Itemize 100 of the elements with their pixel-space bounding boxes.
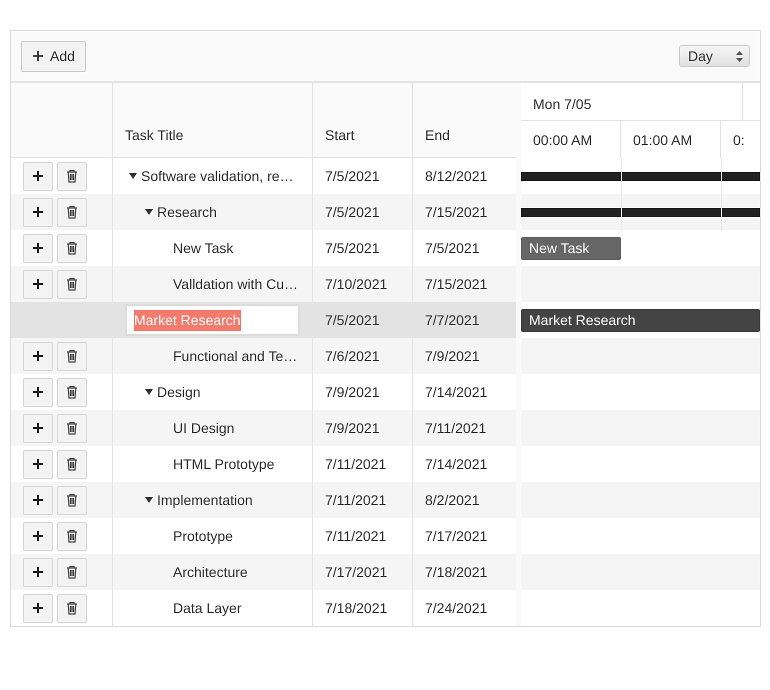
start-date: 7/11/2021 bbox=[325, 526, 386, 546]
trash-icon bbox=[66, 493, 78, 507]
task-row[interactable]: Market Research 7/5/2021 7/7/2021 bbox=[11, 302, 516, 338]
delete-button[interactable] bbox=[57, 198, 87, 226]
trash-icon bbox=[66, 601, 78, 615]
trash-icon bbox=[66, 169, 78, 183]
task-row[interactable]: Valldation with Cu… 7/10/2021 7/15/2021 bbox=[11, 266, 516, 302]
plus-icon bbox=[32, 386, 44, 398]
task-title: Research bbox=[157, 202, 217, 222]
column-header: Task Title bbox=[113, 83, 313, 157]
plus-icon bbox=[32, 50, 44, 62]
delete-button[interactable] bbox=[57, 414, 87, 442]
end-date: 7/24/2021 bbox=[425, 598, 488, 618]
task-row[interactable]: Research 7/5/2021 7/15/2021 bbox=[11, 194, 516, 230]
time-slot-header: 0: bbox=[721, 121, 760, 158]
start-date: 7/5/2021 bbox=[325, 310, 380, 330]
plus-icon bbox=[32, 422, 44, 434]
delete-button[interactable] bbox=[57, 270, 87, 298]
end-date: 8/2/2021 bbox=[425, 490, 480, 510]
task-row[interactable]: Functional and Te… 7/6/2021 7/9/2021 bbox=[11, 338, 516, 374]
plus-icon bbox=[32, 170, 44, 182]
add-child-button[interactable] bbox=[23, 270, 53, 298]
add-child-button[interactable] bbox=[23, 234, 53, 262]
plus-icon bbox=[32, 566, 44, 578]
start-date: 7/17/2021 bbox=[325, 562, 388, 582]
end-date: 7/7/2021 bbox=[425, 310, 480, 330]
day-header: Mon 7/05 bbox=[521, 83, 743, 120]
task-row[interactable]: Data Layer 7/18/2021 7/24/2021 bbox=[11, 590, 516, 626]
delete-button[interactable] bbox=[57, 558, 87, 586]
plus-icon bbox=[32, 350, 44, 362]
plus-icon bbox=[32, 530, 44, 542]
trash-icon bbox=[66, 241, 78, 255]
task-row[interactable]: Architecture 7/17/2021 7/18/2021 bbox=[11, 554, 516, 590]
start-date: 7/11/2021 bbox=[325, 454, 386, 474]
task-title: Design bbox=[157, 382, 201, 402]
expand-toggle-icon[interactable] bbox=[145, 389, 153, 395]
start-date: 7/5/2021 bbox=[325, 238, 380, 258]
task-title: New Task bbox=[173, 238, 234, 258]
start-date: 7/18/2021 bbox=[325, 598, 388, 618]
add-child-button[interactable] bbox=[23, 522, 53, 550]
task-title: Architecture bbox=[173, 562, 248, 582]
task-title: Valldation with Cu… bbox=[173, 274, 298, 294]
end-date: 7/14/2021 bbox=[425, 382, 488, 402]
add-child-button[interactable] bbox=[23, 558, 53, 586]
task-row[interactable]: Implementation 7/11/2021 8/2/2021 bbox=[11, 482, 516, 518]
start-date: 7/6/2021 bbox=[325, 346, 380, 366]
trash-icon bbox=[66, 529, 78, 543]
add-child-button[interactable] bbox=[23, 450, 53, 478]
plus-icon bbox=[32, 242, 44, 254]
trash-icon bbox=[66, 421, 78, 435]
trash-icon bbox=[66, 349, 78, 363]
task-title: Data Layer bbox=[173, 598, 242, 618]
end-date: 7/17/2021 bbox=[425, 526, 488, 546]
delete-button[interactable] bbox=[57, 342, 87, 370]
expand-toggle-icon[interactable] bbox=[145, 497, 153, 503]
task-row[interactable]: UI Design 7/9/2021 7/11/2021 bbox=[11, 410, 516, 446]
task-bar[interactable]: New Task bbox=[521, 237, 621, 260]
trash-icon bbox=[66, 205, 78, 219]
end-date: 7/5/2021 bbox=[425, 238, 480, 258]
add-child-button[interactable] bbox=[23, 378, 53, 406]
add-child-button[interactable] bbox=[23, 414, 53, 442]
add-child-button[interactable] bbox=[23, 342, 53, 370]
trash-icon bbox=[66, 457, 78, 471]
add-child-button[interactable] bbox=[23, 594, 53, 622]
plus-icon bbox=[32, 494, 44, 506]
column-header: End bbox=[424, 126, 451, 145]
end-date: 7/18/2021 bbox=[425, 562, 488, 582]
time-slot-header: 00:00 AM bbox=[521, 121, 621, 158]
start-date: 7/5/2021 bbox=[325, 166, 380, 186]
expand-toggle-icon[interactable] bbox=[145, 209, 153, 215]
task-title: Prototype bbox=[173, 526, 233, 546]
trash-icon bbox=[66, 385, 78, 399]
add-child-button[interactable] bbox=[23, 162, 53, 190]
trash-icon bbox=[66, 277, 78, 291]
updown-icon bbox=[736, 50, 743, 62]
add-child-button[interactable] bbox=[23, 486, 53, 514]
expand-toggle-icon[interactable] bbox=[129, 173, 137, 179]
delete-button[interactable] bbox=[57, 450, 87, 478]
delete-button[interactable] bbox=[57, 162, 87, 190]
add-child-button[interactable] bbox=[23, 198, 53, 226]
end-date: 7/15/2021 bbox=[425, 274, 488, 294]
time-slot-header: 01:00 AM bbox=[621, 121, 721, 158]
task-bar[interactable]: Market Research bbox=[521, 309, 760, 332]
delete-button[interactable] bbox=[57, 234, 87, 262]
start-date: 7/10/2021 bbox=[325, 274, 388, 294]
end-date: 8/12/2021 bbox=[425, 166, 488, 186]
delete-button[interactable] bbox=[57, 378, 87, 406]
delete-button[interactable] bbox=[57, 594, 87, 622]
task-title: Implementation bbox=[157, 490, 253, 510]
task-title: UI Design bbox=[173, 418, 234, 438]
column-header: Start bbox=[313, 83, 413, 157]
end-date: 7/11/2021 bbox=[425, 418, 486, 438]
view-select[interactable]: Day bbox=[679, 45, 750, 67]
delete-button[interactable] bbox=[57, 486, 87, 514]
end-date: 7/9/2021 bbox=[425, 346, 480, 366]
plus-icon bbox=[32, 278, 44, 290]
add-button[interactable]: Add bbox=[21, 40, 86, 72]
plus-icon bbox=[32, 602, 44, 614]
task-title: HTML Prototype bbox=[173, 454, 274, 474]
delete-button[interactable] bbox=[57, 522, 87, 550]
